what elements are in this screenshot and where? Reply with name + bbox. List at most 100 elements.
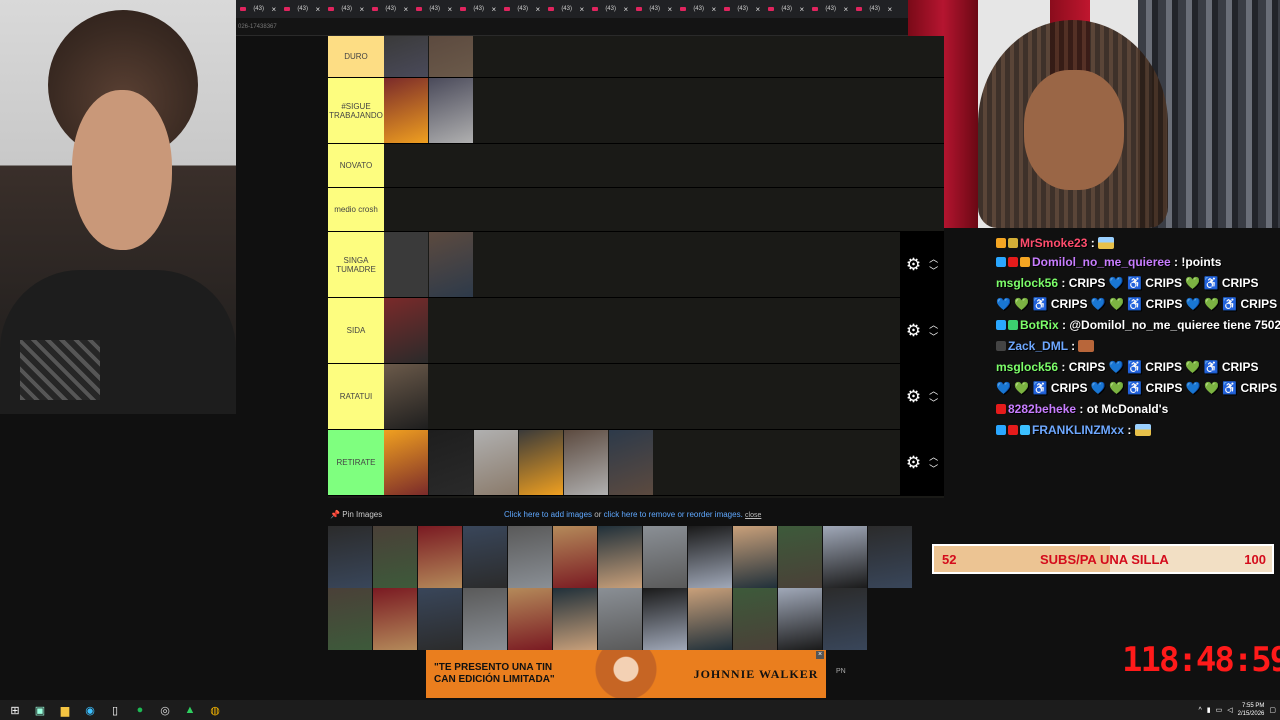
- pool-image[interactable]: [823, 526, 867, 588]
- close-tab-icon[interactable]: ×: [404, 5, 409, 14]
- pool-image[interactable]: [598, 588, 642, 650]
- file-explorer-icon[interactable]: ▆: [55, 700, 75, 720]
- move-down-icon[interactable]: ﹀: [929, 331, 938, 343]
- tier-label[interactable]: RETIRATE: [328, 430, 384, 495]
- pool-image[interactable]: [688, 588, 732, 650]
- spotify-icon[interactable]: ●: [130, 700, 150, 720]
- tier-image[interactable]: [384, 78, 428, 143]
- pool-image[interactable]: [643, 526, 687, 588]
- tier-label[interactable]: SINGA TUMADRE: [328, 232, 384, 297]
- close-tab-icon[interactable]: ×: [712, 5, 717, 14]
- browser-tab[interactable]: (43) ×: [764, 0, 808, 18]
- tier-items[interactable]: [384, 364, 944, 429]
- pool-image[interactable]: [463, 526, 507, 588]
- pool-image[interactable]: [328, 588, 372, 650]
- tier-items[interactable]: [384, 36, 944, 77]
- pool-image[interactable]: [508, 588, 552, 650]
- tier-label[interactable]: RATATUI: [328, 364, 384, 429]
- tier-image[interactable]: [519, 430, 563, 495]
- tier-items[interactable]: [384, 144, 944, 187]
- chat-username[interactable]: MrSmoke23: [1020, 236, 1087, 250]
- browser-tab[interactable]: (43) ×: [632, 0, 676, 18]
- move-down-icon[interactable]: ﹀: [929, 463, 938, 475]
- gear-icon[interactable]: ⚙: [906, 322, 921, 339]
- tier-items[interactable]: [384, 430, 944, 495]
- obs-icon[interactable]: ◎: [155, 700, 175, 720]
- ad-banner[interactable]: "TE PRESENTO UNA TIN CAN EDICIÓN LIMITAD…: [426, 650, 826, 698]
- browser-tab[interactable]: (43) ×: [588, 0, 632, 18]
- close-tab-icon[interactable]: ×: [536, 5, 541, 14]
- edge-icon[interactable]: ◉: [80, 700, 100, 720]
- tier-image[interactable]: [609, 430, 653, 495]
- tier-image[interactable]: [384, 430, 428, 495]
- add-images-link[interactable]: Click here to add images: [504, 510, 592, 519]
- browser-tab[interactable]: (43) ×: [412, 0, 456, 18]
- browser-tab[interactable]: (43) ×: [456, 0, 500, 18]
- tier-label[interactable]: DURO: [328, 36, 384, 77]
- browser-tab[interactable]: (43) ×: [852, 0, 896, 18]
- tier-items[interactable]: [384, 78, 944, 143]
- close-tab-icon[interactable]: ×: [448, 5, 453, 14]
- close-tab-icon[interactable]: ×: [580, 5, 585, 14]
- tier-items[interactable]: [384, 188, 944, 231]
- browser-tab[interactable]: (43) ×: [236, 0, 280, 18]
- chat-username[interactable]: BotRix: [1020, 318, 1059, 332]
- browser-tab[interactable]: (43) ×: [720, 0, 764, 18]
- pool-image[interactable]: [868, 526, 912, 588]
- pool-image[interactable]: [328, 526, 372, 588]
- pool-image[interactable]: [823, 588, 867, 650]
- network-icon[interactable]: ▭: [1216, 706, 1223, 714]
- move-up-icon[interactable]: ︿: [929, 451, 938, 463]
- pin-images-toggle[interactable]: 📌 Pin Images: [330, 510, 382, 519]
- browser-tab[interactable]: (43) ×: [324, 0, 368, 18]
- move-down-icon[interactable]: ﹀: [929, 397, 938, 409]
- tier-items[interactable]: [384, 298, 944, 363]
- tier-items[interactable]: [384, 232, 944, 297]
- close-tab-icon[interactable]: ×: [492, 5, 497, 14]
- browser-tab[interactable]: (43) ×: [500, 0, 544, 18]
- tier-image[interactable]: [429, 78, 473, 143]
- pool-image[interactable]: [778, 588, 822, 650]
- pool-image[interactable]: [373, 588, 417, 650]
- pool-image[interactable]: [373, 526, 417, 588]
- tier-label[interactable]: SIDA: [328, 298, 384, 363]
- gear-icon[interactable]: ⚙: [906, 256, 921, 273]
- volume-icon[interactable]: ◁: [1227, 706, 1232, 714]
- tier-image[interactable]: [429, 36, 473, 77]
- close-tab-icon[interactable]: ×: [888, 5, 893, 14]
- pool-image[interactable]: [463, 588, 507, 650]
- pool-image[interactable]: [553, 588, 597, 650]
- chat-username[interactable]: FRANKLINZMxx: [1032, 423, 1124, 437]
- chat-username[interactable]: Zack_DML: [1008, 339, 1068, 353]
- browser-tab[interactable]: (43) ×: [368, 0, 412, 18]
- pool-image[interactable]: [778, 526, 822, 588]
- close-tab-icon[interactable]: ×: [272, 5, 277, 14]
- pool-image[interactable]: [418, 588, 462, 650]
- reorder-images-link[interactable]: click here to remove or reorder images.: [604, 510, 743, 519]
- move-up-icon[interactable]: ︿: [929, 385, 938, 397]
- browser-tab[interactable]: (43) ×: [676, 0, 720, 18]
- mic-icon[interactable]: ▮: [1207, 706, 1211, 714]
- chat-username[interactable]: 8282beheke: [1008, 402, 1076, 416]
- close-tab-icon[interactable]: ×: [316, 5, 321, 14]
- tier-image[interactable]: [384, 298, 428, 363]
- task-view-icon[interactable]: ▣: [30, 700, 50, 720]
- windows-start-icon[interactable]: ⊞: [5, 700, 25, 720]
- pool-image[interactable]: [733, 526, 777, 588]
- tray-chevron-icon[interactable]: ^: [1199, 707, 1202, 714]
- pool-image[interactable]: [688, 526, 732, 588]
- close-tab-icon[interactable]: ×: [668, 5, 673, 14]
- move-down-icon[interactable]: ﹀: [929, 265, 938, 277]
- browser-tab[interactable]: (43) ×: [808, 0, 852, 18]
- move-up-icon[interactable]: ︿: [929, 253, 938, 265]
- pool-image[interactable]: [418, 526, 462, 588]
- chat-username[interactable]: Domilol_no_me_quieree: [1032, 255, 1171, 269]
- notification-icon[interactable]: ▢: [1269, 706, 1276, 714]
- tier-image[interactable]: [474, 430, 518, 495]
- browser-tab[interactable]: (43) ×: [544, 0, 588, 18]
- ad-close-icon[interactable]: ×: [816, 651, 824, 659]
- tier-label[interactable]: medio crosh: [328, 188, 384, 231]
- close-tab-icon[interactable]: ×: [360, 5, 365, 14]
- close-tab-icon[interactable]: ×: [624, 5, 629, 14]
- move-up-icon[interactable]: ︿: [929, 319, 938, 331]
